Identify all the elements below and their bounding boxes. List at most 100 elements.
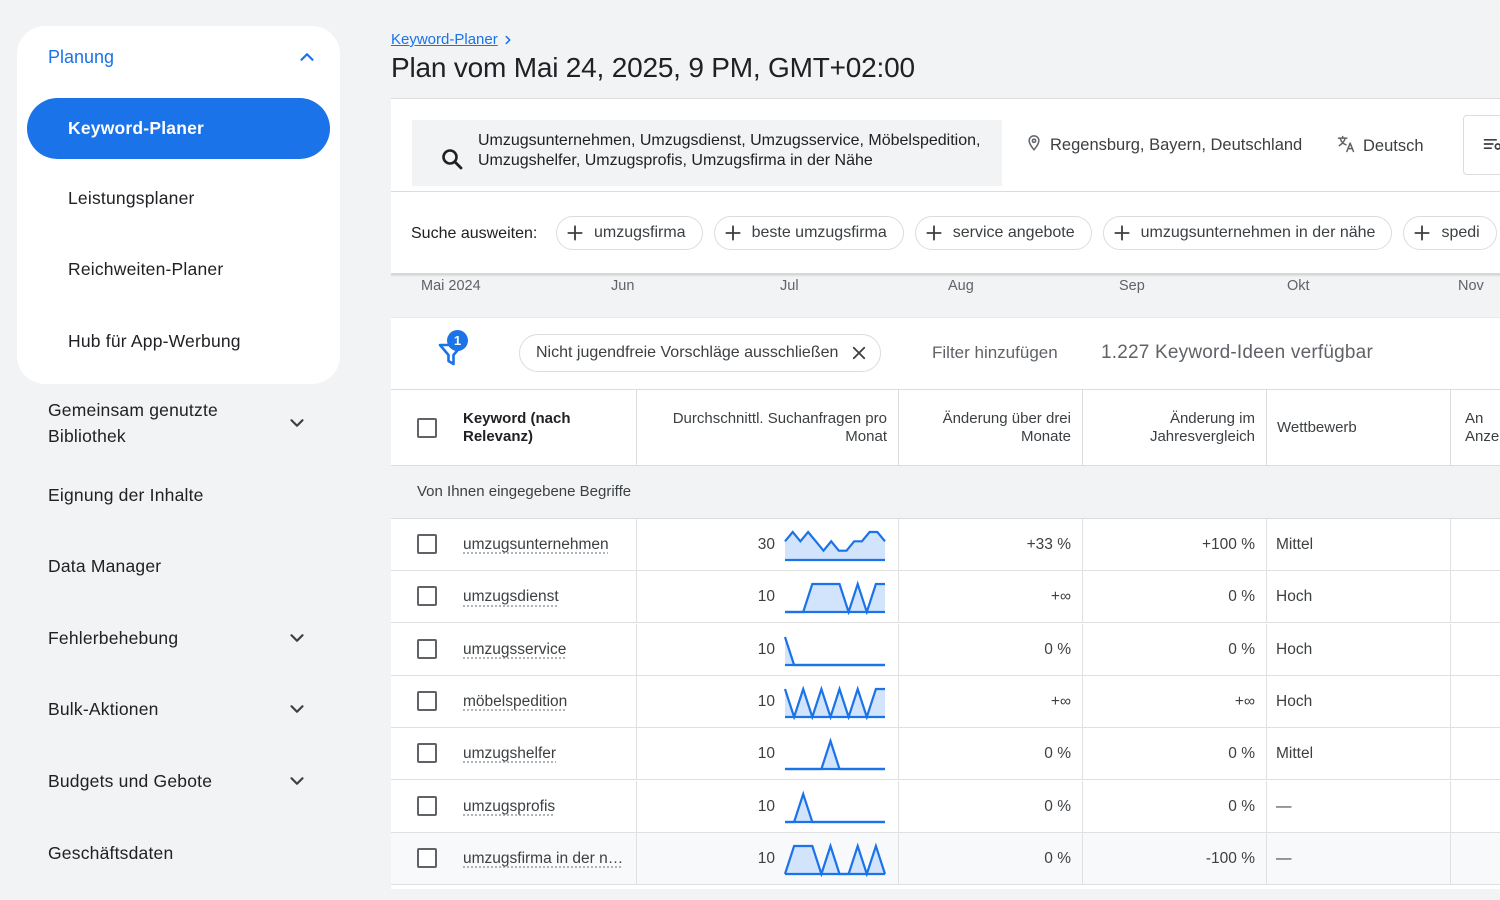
language-label: Deutsch [1363, 137, 1424, 156]
column-header-three-month[interactable]: Änderung über drei Monate [921, 390, 1071, 466]
sidebar-item-leistungsplaner[interactable]: Leistungsplaner [68, 188, 195, 209]
column-divider [1082, 390, 1083, 466]
sidebar-item-keyword-planer[interactable]: Keyword-Planer [27, 98, 330, 159]
competition-cell: Mittel [1276, 519, 1313, 571]
chevron-down-icon[interactable] [286, 698, 308, 720]
keyword-cell[interactable]: umzugsfirma in der n… [463, 833, 623, 885]
expand-chip[interactable]: spedi [1403, 216, 1496, 250]
column-divider [1450, 624, 1451, 676]
avg-searches-cell: 10 [691, 728, 775, 780]
sidebar-item-troubleshooting[interactable]: Fehlerbehebung [48, 625, 308, 651]
three-month-change-cell: 0 % [901, 624, 1071, 676]
column-divider [1450, 728, 1451, 780]
row-checkbox[interactable] [417, 691, 437, 711]
column-header-ad-share[interactable]: An Anze [1465, 390, 1500, 466]
expand-chip[interactable]: umzugsfirma [556, 216, 703, 250]
chevron-down-icon[interactable] [286, 627, 308, 649]
group-label: Von Ihnen eingegebene Begriffe [417, 483, 631, 500]
sparkline-area [785, 637, 885, 665]
table-row[interactable]: umzugsdienst 10 +∞ 0 % Hoch [391, 571, 1500, 623]
expand-chip[interactable]: beste umzugsfirma [714, 216, 904, 250]
trend-sparkline [783, 632, 887, 668]
row-checkbox[interactable] [417, 639, 437, 659]
location-pin-icon [1025, 134, 1050, 157]
sidebar-item-app-hub[interactable]: Hub für App-Werbung [68, 331, 241, 352]
row-checkbox[interactable] [417, 586, 437, 606]
close-icon[interactable] [850, 344, 868, 362]
table-header: Keyword (nach Relevanz) Durchschnittl. S… [391, 389, 1500, 466]
planning-header[interactable]: Planung [48, 44, 318, 70]
keyword-cell[interactable]: umzugsservice [463, 624, 566, 676]
column-divider [898, 781, 899, 833]
column-divider [1450, 833, 1451, 885]
month-label: Nov [1458, 278, 1484, 294]
chevron-down-icon[interactable] [286, 412, 308, 434]
table-row[interactable]: umzugshelfer 10 0 % 0 % Mittel [391, 728, 1500, 780]
breadcrumb-link[interactable]: Keyword-Planer [391, 31, 498, 48]
sidebar-item-label: Gemeinsam genutzte Bibliothek [48, 397, 248, 449]
sidebar-item-bulk-actions[interactable]: Bulk-Aktionen [48, 696, 308, 722]
column-header-competition[interactable]: Wettbewerb [1277, 390, 1427, 466]
sidebar-item-budgets[interactable]: Budgets und Gebote [48, 768, 308, 794]
column-header-yoy[interactable]: Änderung im Jahresvergleich [1111, 390, 1255, 466]
sidebar-item-shared-library[interactable]: Gemeinsam genutzte Bibliothek [48, 397, 308, 449]
three-month-change-cell: +∞ [901, 571, 1071, 623]
sidebar-item-label: Eignung der Inhalte [48, 482, 204, 508]
active-filter-chip[interactable]: Nicht jugendfreie Vorschläge ausschließe… [519, 334, 881, 372]
more-options-button[interactable] [1463, 115, 1500, 175]
row-checkbox[interactable] [417, 534, 437, 554]
location-selector[interactable]: Regensburg, Bayern, Deutschland [1025, 134, 1302, 157]
active-filter-label: Nicht jugendfreie Vorschläge ausschließe… [536, 344, 838, 362]
row-checkbox[interactable] [417, 743, 437, 763]
location-label: Regensburg, Bayern, Deutschland [1050, 136, 1302, 155]
select-all-checkbox[interactable] [417, 418, 437, 438]
search-icon [440, 147, 464, 171]
expand-chip[interactable]: umzugsunternehmen in der nähe [1103, 216, 1393, 250]
keyword-cell[interactable]: möbelspedition [463, 676, 567, 728]
chevron-down-icon[interactable] [286, 770, 308, 792]
expand-search-chips: umzugsfirma beste umzugsfirma service an… [556, 216, 1497, 250]
expand-chip[interactable]: service angebote [915, 216, 1092, 250]
column-divider [636, 781, 637, 833]
column-divider [636, 571, 637, 623]
add-filter-button[interactable]: Filter hinzufügen [932, 343, 1058, 363]
column-divider [1266, 833, 1267, 885]
search-keywords-text[interactable]: Umzugsunternehmen, Umzugsdienst, Umzugss… [478, 131, 983, 171]
keyword-ideas-count: 1.227 Keyword-Ideen verfügbar [1101, 342, 1373, 364]
keyword-cell[interactable]: umzugsunternehmen [463, 519, 609, 571]
chevron-up-icon[interactable] [296, 46, 318, 68]
table-row[interactable]: umzugsfirma in der n… 10 0 % -100 % — [391, 833, 1500, 885]
chevron-right-icon [501, 33, 515, 47]
keyword-cell[interactable]: umzugsdienst [463, 571, 559, 623]
column-divider [1266, 781, 1267, 833]
column-divider [1082, 833, 1083, 885]
sidebar-item-reichweiten-planer[interactable]: Reichweiten-Planer [68, 259, 223, 280]
expand-search-label: Suche ausweiten: [411, 225, 537, 243]
language-selector[interactable]: Deutsch [1336, 134, 1424, 159]
keyword-cell[interactable]: umzugshelfer [463, 728, 556, 780]
competition-cell: Hoch [1276, 571, 1312, 623]
column-divider [898, 390, 899, 466]
yoy-change-cell: -100 % [1081, 833, 1255, 885]
column-header-keyword[interactable]: Keyword (nach Relevanz) [463, 390, 603, 466]
column-divider [1450, 390, 1451, 466]
plus-icon [924, 223, 944, 243]
column-divider [636, 728, 637, 780]
row-checkbox[interactable] [417, 796, 437, 816]
column-header-avg-searches[interactable]: Durchschnittl. Suchanfragen pro Monat [651, 390, 887, 466]
sidebar-item-business-data[interactable]: Geschäftsdaten [48, 840, 308, 866]
table-row[interactable]: umzugsservice 10 0 % 0 % Hoch [391, 624, 1500, 676]
yoy-change-cell: 0 % [1081, 624, 1255, 676]
row-checkbox[interactable] [417, 848, 437, 868]
keyword-cell[interactable]: umzugsprofis [463, 781, 555, 833]
table-row[interactable]: möbelspedition 10 +∞ +∞ Hoch [391, 676, 1500, 728]
table-row[interactable]: umzugsunternehmen 30 +33 % +100 % Mittel [391, 519, 1500, 571]
column-divider [636, 519, 637, 571]
table-row[interactable]: umzugsprofis 10 0 % 0 % — [391, 781, 1500, 833]
sidebar-item-content-suitability[interactable]: Eignung der Inhalte [48, 482, 308, 508]
sidebar-item-data-manager[interactable]: Data Manager [48, 553, 308, 579]
month-label: Jul [780, 278, 799, 294]
sparkline-area [785, 794, 885, 822]
sidebar-item-label: Keyword-Planer [68, 118, 204, 139]
keyword-search-box[interactable]: Umzugsunternehmen, Umzugsdienst, Umzugss… [412, 120, 1002, 186]
